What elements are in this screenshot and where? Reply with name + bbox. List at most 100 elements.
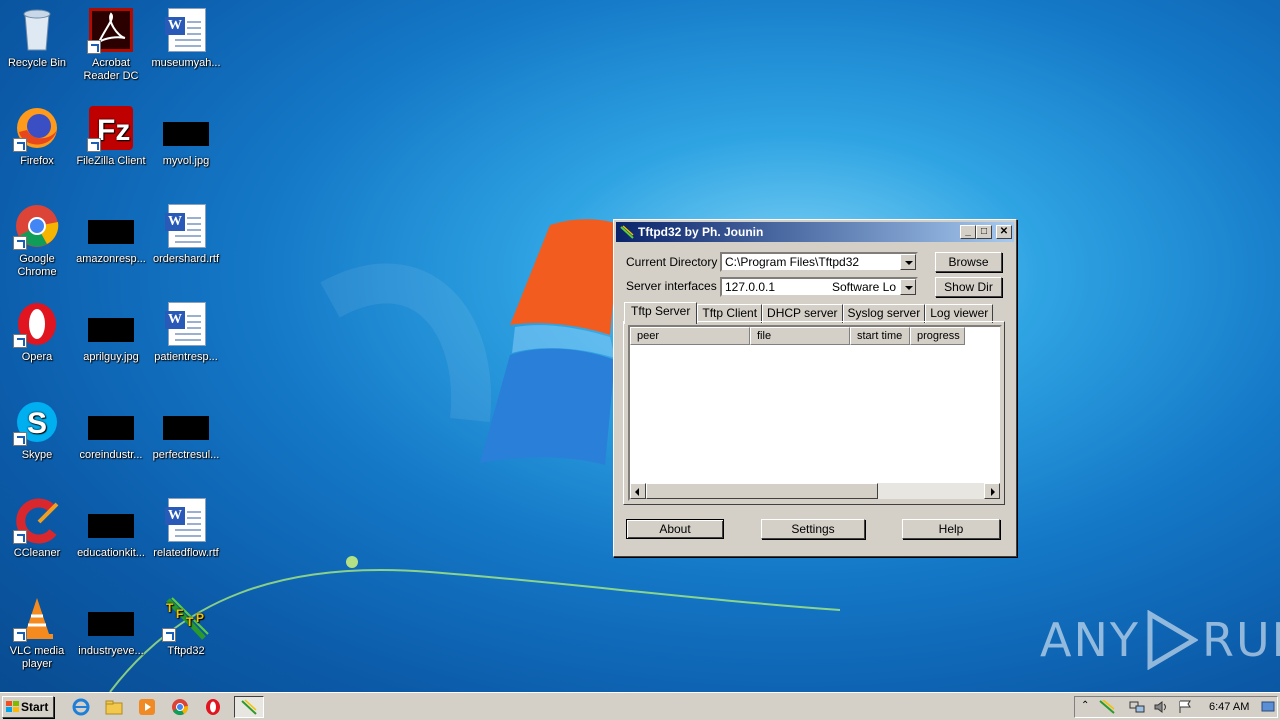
dropdown-arrow-icon[interactable] — [900, 254, 916, 270]
tftp-icon: TFTP — [162, 594, 210, 642]
file-explorer-icon[interactable] — [105, 698, 123, 716]
column-file[interactable]: file — [750, 327, 850, 345]
start-label: Start — [21, 700, 49, 714]
minimize-button[interactable]: _ — [960, 225, 976, 239]
desktop-icon-ordershard[interactable]: W ordershard.rtf — [149, 202, 223, 266]
system-tray: ⌃ 6:47 AM — [1074, 696, 1278, 718]
svg-text:T: T — [186, 615, 194, 629]
dropdown-arrow-icon[interactable] — [900, 279, 916, 295]
column-start-time[interactable]: start time — [850, 327, 910, 345]
svg-text:P: P — [196, 611, 204, 625]
svg-text:S: S — [27, 407, 47, 440]
scrollbar-thumb[interactable] — [646, 483, 878, 499]
tab-strip: Tftp Server Tftp Client DHCP server Sysl… — [624, 302, 994, 324]
vlc-cone-icon — [13, 594, 61, 642]
desktop-icon-patientresp[interactable]: W patientresp... — [149, 300, 223, 364]
desktop-icon-vlc[interactable]: VLC media player — [0, 594, 74, 671]
show-dir-button[interactable]: Show Dir — [935, 277, 1002, 297]
desktop-icon-opera[interactable]: Opera — [0, 300, 74, 364]
current-directory-combo[interactable]: C:\Program Files\Tftpd32 — [720, 252, 918, 272]
desktop-icon-amazonresp[interactable]: amazonresp... — [74, 202, 148, 266]
clock[interactable]: 6:47 AM — [1209, 697, 1249, 717]
tftpd32-window: Tftpd32 by Ph. Jounin _ □ ✕ Current Dire… — [613, 219, 1017, 557]
horizontal-scrollbar[interactable] — [630, 483, 1000, 499]
window-titlebar[interactable]: Tftpd32 by Ph. Jounin _ □ ✕ — [616, 222, 1014, 242]
volume-icon[interactable] — [1153, 700, 1169, 714]
server-interfaces-combo[interactable]: 127.0.0.1 Software Lo — [720, 277, 918, 297]
show-desktop-icon[interactable] — [1261, 700, 1275, 714]
desktop-icon-relatedflow[interactable]: W relatedflow.rtf — [149, 496, 223, 560]
transfer-list[interactable]: peer file start time progress — [628, 325, 1002, 501]
chrome-taskbar-icon[interactable] — [171, 698, 189, 716]
firefox-icon — [13, 104, 61, 152]
desktop-icon-chrome[interactable]: Google Chrome — [0, 202, 74, 279]
server-interfaces-label: Server interfaces — [626, 279, 717, 293]
desktop-icon-firefox[interactable]: Firefox — [0, 104, 74, 168]
desktop-icon-acrobat[interactable]: Acrobat Reader DC — [74, 6, 148, 83]
desktop-icon-ccleaner[interactable]: CCleaner — [0, 496, 74, 560]
show-hidden-icons-icon[interactable]: ⌃ — [1081, 700, 1089, 711]
word-document-icon: W — [162, 202, 210, 250]
column-progress[interactable]: progress — [910, 327, 965, 345]
desktop-icon-recycle-bin[interactable]: Recycle Bin — [0, 6, 74, 70]
desktop-icon-skype[interactable]: S Skype — [0, 398, 74, 462]
desktop-icon-aprilguy[interactable]: aprilguy.jpg — [74, 300, 148, 364]
desktop-icon-tftpd32[interactable]: TFTP Tftpd32 — [149, 594, 223, 658]
image-thumbnail-icon — [87, 496, 135, 544]
desktop-icon-museumyah[interactable]: W museumyah... — [149, 6, 223, 70]
scroll-right-icon[interactable] — [984, 483, 1000, 499]
recycle-bin-icon — [13, 6, 61, 54]
desktop-icon-myvol[interactable]: myvol.jpg — [149, 104, 223, 168]
svg-text:F: F — [176, 607, 183, 621]
column-peer[interactable]: peer — [630, 327, 750, 345]
word-document-icon: W — [162, 300, 210, 348]
image-thumbnail-icon — [87, 594, 135, 642]
tftp-server-panel: peer file start time progress — [623, 321, 1005, 505]
tftp-app-icon — [620, 225, 634, 239]
desktop-icon-perfectresul[interactable]: perfectresul... — [149, 398, 223, 462]
settings-button[interactable]: Settings — [761, 519, 865, 539]
image-thumbnail-icon — [162, 104, 210, 152]
desktop-icon-filezilla[interactable]: Fz FileZilla Client — [74, 104, 148, 168]
taskbar-tftpd32-button[interactable] — [234, 696, 264, 718]
filezilla-icon: Fz — [87, 104, 135, 152]
action-center-flag-icon[interactable] — [1177, 700, 1193, 714]
start-button[interactable]: Start — [2, 696, 54, 718]
media-player-icon[interactable] — [138, 698, 156, 716]
browse-button[interactable]: Browse — [935, 252, 1002, 272]
image-thumbnail-icon — [87, 398, 135, 446]
chrome-icon — [13, 202, 61, 250]
about-button[interactable]: About — [626, 519, 724, 539]
image-thumbnail-icon — [162, 398, 210, 446]
tftp-taskbar-icon — [241, 699, 257, 715]
opera-icon — [13, 300, 61, 348]
image-thumbnail-icon — [87, 202, 135, 250]
taskbar: Start ⌃ 6:47 AM — [0, 692, 1280, 720]
skype-icon: S — [13, 398, 61, 446]
tftp-tray-icon[interactable] — [1099, 700, 1115, 714]
opera-taskbar-icon[interactable] — [204, 698, 222, 716]
help-button[interactable]: Help — [902, 519, 1000, 539]
maximize-button[interactable]: □ — [976, 225, 992, 239]
tab-tftp-server[interactable]: Tftp Server — [624, 302, 698, 324]
windows-flag-icon — [6, 701, 19, 712]
watermark-text-right: RUN — [1201, 613, 1280, 667]
desktop-icon-coreindustr[interactable]: coreindustr... — [74, 398, 148, 462]
svg-text:T: T — [166, 601, 174, 615]
desktop-icon-educationkit[interactable]: educationkit... — [74, 496, 148, 560]
network-icon[interactable] — [1129, 700, 1145, 714]
window-title: Tftpd32 by Ph. Jounin — [638, 225, 764, 239]
image-thumbnail-icon — [87, 300, 135, 348]
desktop-icon-industryeve[interactable]: industryeve... — [74, 594, 148, 658]
server-interface-description: Software Lo — [827, 279, 896, 295]
ccleaner-icon — [13, 496, 61, 544]
internet-explorer-icon[interactable] — [72, 698, 90, 716]
watermark-text-left: ANY — [1040, 613, 1140, 667]
list-header: peer file start time progress — [630, 327, 965, 345]
play-logo-icon — [1147, 610, 1198, 670]
anyrun-watermark: ANY RUN — [1040, 608, 1280, 672]
close-button[interactable]: ✕ — [996, 225, 1012, 239]
word-document-icon: W — [162, 496, 210, 544]
scroll-left-icon[interactable] — [630, 483, 646, 499]
server-interface-value: 127.0.0.1 — [725, 280, 776, 294]
